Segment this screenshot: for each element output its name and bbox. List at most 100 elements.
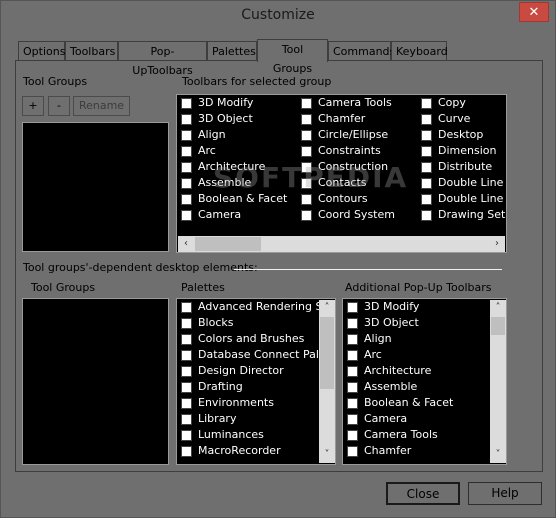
tool-groups-heading: Tool Groups bbox=[23, 75, 88, 88]
checkbox[interactable] bbox=[301, 194, 312, 205]
checkbox[interactable] bbox=[181, 414, 192, 425]
checkbox[interactable] bbox=[347, 366, 358, 377]
dependent-tool-groups-list[interactable] bbox=[22, 298, 169, 465]
checkbox-label: Curve bbox=[438, 112, 471, 125]
checkbox[interactable] bbox=[181, 98, 192, 109]
palettes-label: Palettes bbox=[181, 281, 225, 294]
scroll-down-icon[interactable]: ˅ bbox=[319, 447, 335, 463]
checkbox[interactable] bbox=[347, 414, 358, 425]
checkbox[interactable] bbox=[347, 334, 358, 345]
tab-options[interactable]: Options bbox=[18, 41, 65, 60]
checkbox[interactable] bbox=[181, 366, 192, 377]
checkbox-label: Chamfer bbox=[318, 112, 366, 125]
checkbox-label: Chamfer bbox=[364, 444, 412, 457]
scrollbar-thumb[interactable] bbox=[491, 317, 505, 335]
scroll-right-icon[interactable]: › bbox=[489, 236, 505, 252]
checkbox[interactable] bbox=[301, 114, 312, 125]
window-title: Customize bbox=[241, 7, 315, 23]
checkbox[interactable] bbox=[301, 210, 312, 221]
checkbox-label: Camera Tools bbox=[318, 96, 392, 109]
palettes-checklist[interactable]: Advanced Rendering Styl Blocks Colors an… bbox=[176, 298, 336, 465]
checkbox-label: Camera bbox=[364, 412, 408, 425]
checkbox[interactable] bbox=[421, 162, 432, 173]
checkbox[interactable] bbox=[181, 382, 192, 393]
tab-tool-groups[interactable]: Tool Groups bbox=[257, 39, 328, 75]
checkbox-label: Distribute bbox=[438, 160, 493, 173]
checkbox[interactable] bbox=[181, 130, 192, 141]
checkbox[interactable] bbox=[181, 446, 192, 457]
checkbox[interactable] bbox=[181, 162, 192, 173]
checkbox[interactable] bbox=[347, 350, 358, 361]
scroll-up-icon[interactable]: ˄ bbox=[490, 300, 506, 316]
scrollbar-thumb[interactable] bbox=[195, 237, 261, 251]
tab-palettes[interactable]: Palettes bbox=[207, 41, 257, 60]
dependent-heading: Tool groups'-dependent desktop elements: bbox=[23, 261, 258, 274]
dependent-tool-groups-label: Tool Groups bbox=[31, 281, 96, 294]
watermark: SOFTPEDIA bbox=[213, 161, 409, 194]
checkbox[interactable] bbox=[181, 194, 192, 205]
checkbox[interactable] bbox=[347, 382, 358, 393]
checkbox[interactable] bbox=[421, 146, 432, 157]
checkbox[interactable] bbox=[181, 334, 192, 345]
tab-popup-toolbars[interactable]: Pop-UpToolbars bbox=[118, 41, 207, 77]
checkbox[interactable] bbox=[421, 98, 432, 109]
checkbox[interactable] bbox=[421, 178, 432, 189]
checkbox[interactable] bbox=[421, 130, 432, 141]
checkbox[interactable] bbox=[347, 302, 358, 313]
title-bar: Customize ✕ bbox=[1, 1, 555, 33]
scroll-up-icon[interactable]: ˄ bbox=[319, 300, 335, 316]
checkbox[interactable] bbox=[421, 194, 432, 205]
checkbox-label: Assemble bbox=[364, 380, 418, 393]
checkbox[interactable] bbox=[181, 302, 192, 313]
tool-groups-list[interactable] bbox=[22, 122, 169, 252]
checkbox-label: Library bbox=[198, 412, 237, 425]
tab-keyboard[interactable]: Keyboard bbox=[391, 41, 448, 60]
add-group-button[interactable]: + bbox=[22, 96, 44, 116]
checkbox[interactable] bbox=[181, 146, 192, 157]
checkbox-label: Camera bbox=[198, 208, 242, 221]
rename-group-button[interactable]: Rename bbox=[73, 96, 130, 116]
close-button[interactable]: Close bbox=[386, 482, 460, 505]
popup-toolbars-checklist[interactable]: 3D Modify 3D Object Align Arc Architectu… bbox=[342, 298, 507, 465]
checkbox[interactable] bbox=[181, 318, 192, 329]
checkbox[interactable] bbox=[181, 350, 192, 361]
checkbox[interactable] bbox=[347, 398, 358, 409]
checkbox[interactable] bbox=[347, 430, 358, 441]
checkbox[interactable] bbox=[301, 98, 312, 109]
checkbox-label: Double Line M bbox=[438, 192, 506, 205]
checkbox-label: Blocks bbox=[198, 316, 234, 329]
vertical-scrollbar[interactable]: ˄ ˅ bbox=[319, 300, 335, 463]
checkbox-label: Dimension bbox=[438, 144, 497, 157]
close-icon[interactable]: ✕ bbox=[519, 2, 549, 22]
scroll-down-icon[interactable]: ˅ bbox=[490, 447, 506, 463]
tab-commands[interactable]: Commands bbox=[328, 41, 395, 60]
tab-toolbars[interactable]: Toolbars bbox=[65, 41, 118, 60]
checkbox-label: Advanced Rendering Styl bbox=[198, 300, 336, 313]
checkbox-label: Drafting bbox=[198, 380, 243, 393]
horizontal-scrollbar[interactable]: ‹ › bbox=[178, 236, 505, 252]
checkbox[interactable] bbox=[301, 130, 312, 141]
scrollbar-thumb[interactable] bbox=[320, 317, 334, 389]
checkbox-label: Architecture bbox=[364, 364, 432, 377]
checkbox-label: Desktop bbox=[438, 128, 484, 141]
help-button[interactable]: Help bbox=[468, 482, 542, 505]
checkbox-label: Boolean & Facet bbox=[364, 396, 454, 409]
checkbox[interactable] bbox=[181, 210, 192, 221]
checkbox-label: 3D Object bbox=[364, 316, 419, 329]
checkbox[interactable] bbox=[181, 178, 192, 189]
checkbox[interactable] bbox=[181, 430, 192, 441]
checkbox[interactable] bbox=[181, 114, 192, 125]
checkbox[interactable] bbox=[421, 210, 432, 221]
checkbox-label: Double Line bbox=[438, 176, 504, 189]
checkbox[interactable] bbox=[347, 446, 358, 457]
popup-toolbars-label: Additional Pop-Up Toolbars bbox=[345, 281, 492, 294]
customize-window: Customize ✕ Options Toolbars Pop-UpToolb… bbox=[0, 0, 556, 518]
remove-group-button[interactable]: - bbox=[48, 96, 70, 116]
scroll-left-icon[interactable]: ‹ bbox=[178, 236, 194, 252]
checkbox-label: Coord System bbox=[318, 208, 395, 221]
checkbox[interactable] bbox=[347, 318, 358, 329]
checkbox[interactable] bbox=[301, 146, 312, 157]
vertical-scrollbar[interactable]: ˄ ˅ bbox=[490, 300, 506, 463]
checkbox[interactable] bbox=[181, 398, 192, 409]
checkbox[interactable] bbox=[421, 114, 432, 125]
